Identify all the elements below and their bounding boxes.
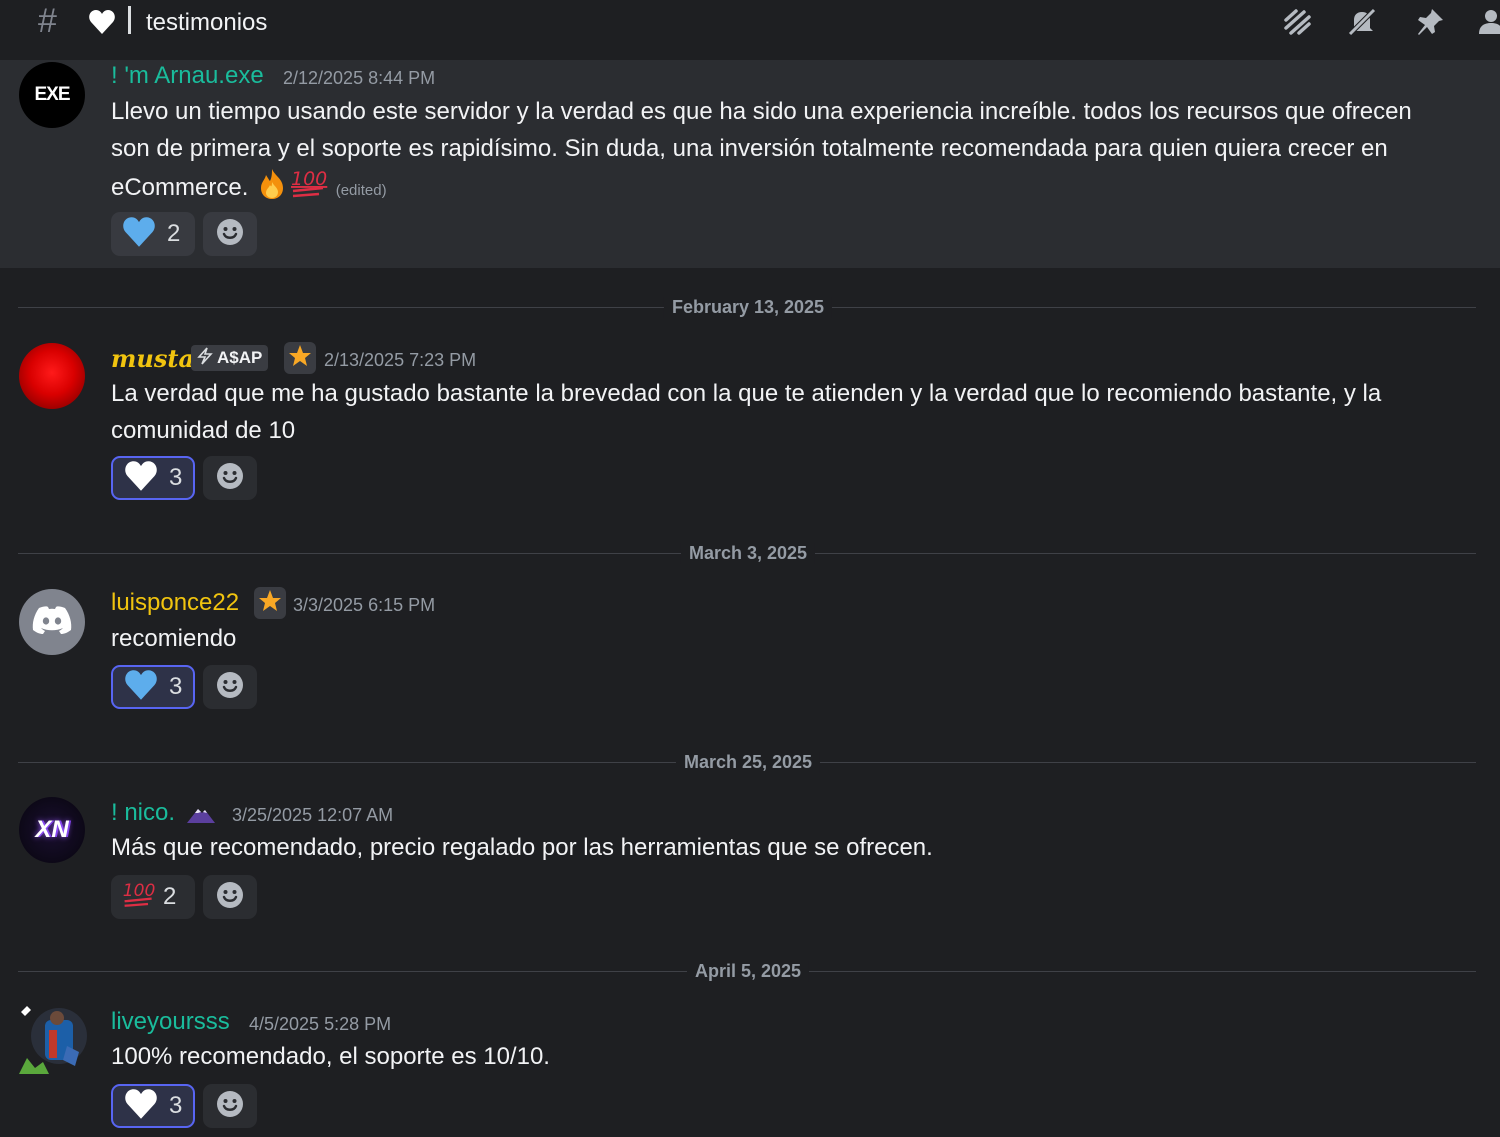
reaction-count: 3 xyxy=(169,464,183,491)
add-reaction-button[interactable] xyxy=(203,665,257,709)
avatar-image xyxy=(19,1006,87,1074)
channel-name-separator xyxy=(128,6,131,34)
reaction-count: 3 xyxy=(169,673,183,700)
lightning-icon xyxy=(197,346,213,370)
pin-icon[interactable] xyxy=(1414,6,1446,38)
username[interactable]: ! nico. xyxy=(111,799,175,827)
avatar[interactable]: EXE xyxy=(19,62,85,128)
username[interactable]: ! 'm Arnau.exe xyxy=(111,62,264,90)
white-heart-icon xyxy=(123,1088,159,1125)
date-divider-label: March 3, 2025 xyxy=(680,543,816,564)
add-reaction-button[interactable] xyxy=(203,875,257,919)
edited-label: (edited) xyxy=(335,182,387,199)
reaction-hundred-points[interactable]: 100 2 xyxy=(111,875,195,919)
avatar-label: EXE xyxy=(34,84,70,105)
channel-hash-icon: # xyxy=(38,2,57,40)
add-reaction-button[interactable] xyxy=(203,456,257,500)
threads-icon[interactable] xyxy=(1282,6,1314,38)
message-content: Llevo un tiempo usando este servidor y l… xyxy=(111,94,1451,213)
add-reaction-button[interactable] xyxy=(203,1084,257,1128)
timestamp: 2/12/2025 8:44 PM xyxy=(283,68,436,88)
add-reaction-icon xyxy=(216,218,244,251)
star-badge xyxy=(284,342,316,374)
hundred-points-emoji-icon: 100 xyxy=(289,167,329,213)
add-reaction-icon xyxy=(216,462,244,495)
username[interactable]: luisponce22 xyxy=(111,589,239,617)
username[interactable]: liveyoursss xyxy=(111,1008,230,1036)
timestamp: 3/3/2025 6:15 PM xyxy=(293,595,436,615)
add-reaction-icon xyxy=(216,881,244,914)
svg-text:100: 100 xyxy=(291,168,327,190)
blue-heart-icon xyxy=(121,216,157,253)
add-reaction-button[interactable] xyxy=(203,212,257,256)
reaction-white-heart[interactable]: 3 xyxy=(111,1084,195,1128)
star-icon xyxy=(288,344,312,373)
reaction-white-heart[interactable]: 3 xyxy=(111,456,195,500)
avatar[interactable] xyxy=(19,589,85,655)
date-divider-label: March 25, 2025 xyxy=(675,752,821,773)
reaction-blue-heart[interactable]: 3 xyxy=(111,665,195,709)
mountain-badge-icon xyxy=(186,804,216,829)
username[interactable]: musta xyxy=(111,344,194,373)
star-badge xyxy=(254,587,286,619)
member-list-icon[interactable] xyxy=(1478,6,1500,38)
avatar[interactable]: XN xyxy=(19,797,85,863)
reaction-count: 2 xyxy=(163,883,177,910)
reaction-blue-heart[interactable]: 2 xyxy=(111,212,195,256)
server-tag-label: A$AP xyxy=(217,348,263,367)
channel-header: # testimonios xyxy=(0,0,1500,44)
message-text: recomiendo xyxy=(111,625,237,652)
blue-heart-icon xyxy=(123,669,159,706)
star-icon xyxy=(258,589,282,618)
channel-name: testimonios xyxy=(146,9,268,36)
avatar[interactable] xyxy=(19,1006,87,1074)
white-heart-icon xyxy=(88,9,116,40)
timestamp: 2/13/2025 7:23 PM xyxy=(324,350,477,370)
hundred-points-emoji-icon: 100 xyxy=(121,879,157,916)
avatar-label: XN xyxy=(35,816,69,843)
timestamp: 3/25/2025 12:07 AM xyxy=(232,805,394,825)
timestamp: 4/5/2025 5:28 PM xyxy=(249,1014,392,1034)
message-text: 100% recomendado, el soporte es 10/10. xyxy=(111,1043,550,1070)
reaction-count: 2 xyxy=(167,220,181,247)
notifications-muted-icon[interactable] xyxy=(1346,6,1378,38)
add-reaction-icon xyxy=(216,671,244,704)
date-divider-label: April 5, 2025 xyxy=(686,961,810,982)
server-tag: A$AP xyxy=(191,345,269,371)
white-heart-icon xyxy=(123,460,159,497)
discord-logo-icon xyxy=(31,604,73,641)
message-text: Más que recomendado, precio regalado por… xyxy=(111,834,933,861)
avatar[interactable] xyxy=(19,343,85,409)
fire-emoji-icon xyxy=(255,167,289,213)
message-text: La verdad que me ha gustado bastante la … xyxy=(111,380,1382,444)
add-reaction-icon xyxy=(216,1090,244,1123)
reaction-count: 3 xyxy=(169,1092,183,1119)
date-divider-label: February 13, 2025 xyxy=(663,297,833,318)
